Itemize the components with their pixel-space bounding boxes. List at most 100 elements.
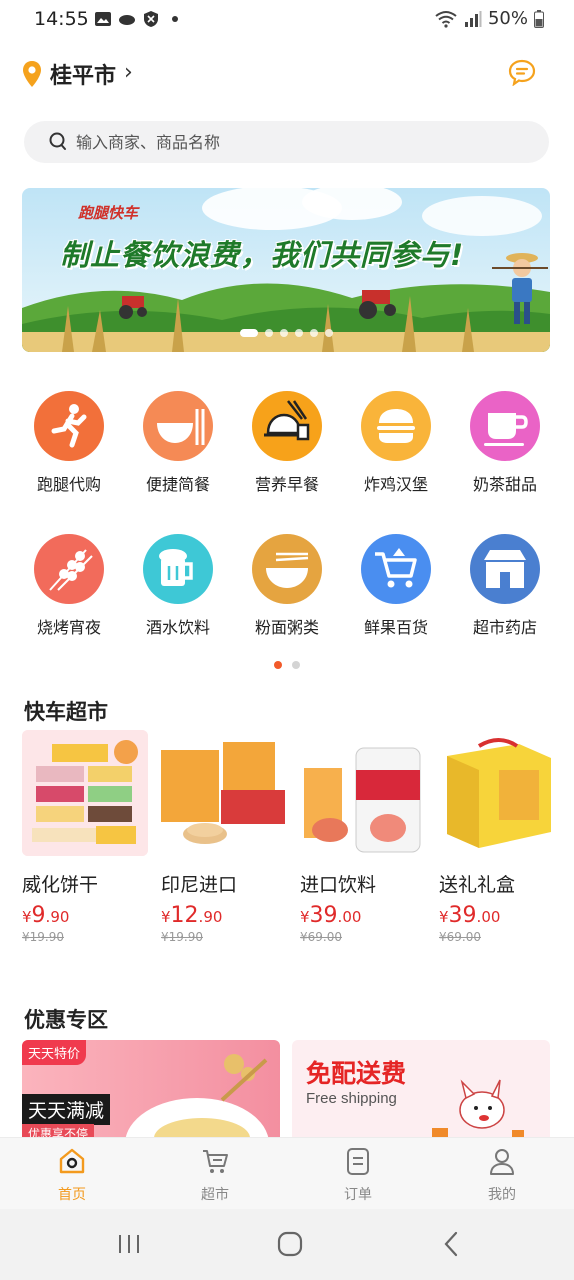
location-pin-icon[interactable] [22,60,42,88]
section-title-promo: 优惠专区 [24,1008,108,1032]
category-milk-tea[interactable]: 奶茶甜品 [450,391,560,495]
category-fruit-goods[interactable]: 鲜果百货 [341,534,451,638]
dog-mascot-icon [432,1079,524,1140]
category-label: 鲜果百货 [363,618,428,637]
product-name: 送礼礼盒 [439,874,516,896]
message-icon[interactable] [508,58,536,86]
promo-daily-deal[interactable]: 天天特价 天天满减 优惠享不停 [22,1040,280,1140]
category-supermarket-pharmacy[interactable]: 超市药店 [450,534,560,638]
tab-home[interactable]: 首页 [32,1146,112,1204]
system-nav-bar [0,1209,574,1280]
category-label: 超市药店 [472,618,537,637]
banner-dot [240,329,258,337]
coffee-cup-icon [470,391,540,461]
status-bar: 14:55 50% [0,0,574,40]
category-bbq[interactable]: 烧烤宵夜 [14,534,124,638]
product-card[interactable]: 印尼进口 ¥12.90 ¥19.90 [161,730,289,944]
recent-apps-icon[interactable] [116,1229,142,1259]
category-errand[interactable]: 跑腿代购 [14,391,124,495]
tab-label: 首页 [58,1187,86,1203]
city-selector[interactable]: 桂平市 [50,58,116,90]
user-icon [490,1149,514,1175]
banner-dot [295,329,303,337]
category-burger[interactable]: 炸鸡汉堡 [341,391,451,495]
promo-free-shipping[interactable]: 免配送费 Free shipping [292,1040,550,1140]
burger-icon [361,391,431,461]
product-card[interactable]: 送礼礼盒 ¥39.00 ¥69.00 [439,730,567,944]
product-name: 进口饮料 [300,874,377,896]
banner-slogan: 制止餐饮浪费，我们共同参与! [60,238,465,272]
category-label: 跑腿代购 [36,475,101,494]
home-icon [59,1148,85,1174]
tab-profile[interactable]: 我的 [462,1146,542,1204]
bottom-tab-bar: 首页 超市 订单 我的 [0,1137,574,1209]
back-icon[interactable] [440,1229,462,1259]
category-noodles[interactable]: 粉面粥类 [232,534,342,638]
category-label: 烧烤宵夜 [36,618,101,637]
signal-icon [464,10,482,27]
category-label: 酒水饮料 [145,618,210,637]
category-label: 炸鸡汉堡 [363,475,428,494]
product-card[interactable]: 进口饮料 ¥39.00 ¥69.00 [300,730,428,944]
battery-percent: 50% [487,8,528,29]
tab-label: 我的 [488,1187,516,1203]
notification-icons [94,10,184,28]
category-drinks[interactable]: 酒水饮料 [123,534,233,638]
cloud-icon [119,15,135,25]
product-image [439,730,565,856]
product-image [22,730,148,856]
app-header: 桂平市 › [0,52,574,96]
category-label: 粉面粥类 [254,618,319,637]
tab-market[interactable]: 超市 [175,1146,255,1204]
category-breakfast[interactable]: 营养早餐 [232,391,342,495]
tab-label: 订单 [344,1187,372,1203]
product-old-price: ¥19.90 [161,930,203,944]
tab-orders[interactable]: 订单 [318,1146,398,1204]
order-list-icon [347,1148,369,1175]
search-icon [49,132,66,150]
home-button-icon[interactable] [276,1229,304,1259]
product-old-price: ¥69.00 [300,930,342,944]
banner-dot [310,329,318,337]
dot-icon [172,16,178,22]
category-quick-meal[interactable]: 便捷简餐 [123,391,233,495]
banner-dot [265,329,273,337]
steamed-bun-icon [252,391,322,461]
page-dot [292,661,300,669]
tab-label: 超市 [201,1187,229,1203]
product-card[interactable]: 威化饼干 ¥9.90 ¥19.90 [22,730,150,944]
product-image [161,730,287,856]
product-old-price: ¥69.00 [439,930,481,944]
product-price: ¥12.90 [161,903,223,928]
banner-logo: 跑腿快车 [78,204,139,222]
promo-subtitle: Free shipping [306,1090,397,1107]
product-image [300,730,426,856]
product-name: 印尼进口 [161,874,238,896]
product-name: 威化饼干 [22,874,99,896]
banner-dot [325,329,333,337]
noodle-bowl-icon [252,534,322,604]
product-price: ¥39.00 [439,903,501,928]
running-icon [34,391,104,461]
store-icon [470,534,540,604]
product-old-price: ¥19.90 [22,930,64,944]
promo-banner[interactable]: 跑腿快车 制止餐饮浪费，我们共同参与! [22,188,550,352]
cart-icon [203,1150,228,1173]
status-right: 50% [434,8,544,29]
category-label: 营养早餐 [254,475,319,494]
wifi-icon [435,10,457,28]
product-price: ¥39.00 [300,903,362,928]
promo-title: 免配送费 [306,1059,407,1088]
search-bar[interactable] [24,121,549,163]
chevron-right-icon[interactable]: › [124,60,133,85]
banner-dot [280,329,288,337]
shield-icon [144,11,158,27]
page-dot [274,661,282,669]
search-input[interactable] [76,121,516,163]
beer-mug-icon [143,534,213,604]
gallery-icon [95,12,111,26]
banner-pagination [240,329,333,337]
battery-icon [534,9,544,28]
section-title-market: 快车超市 [24,700,108,724]
status-time: 14:55 [34,8,89,30]
